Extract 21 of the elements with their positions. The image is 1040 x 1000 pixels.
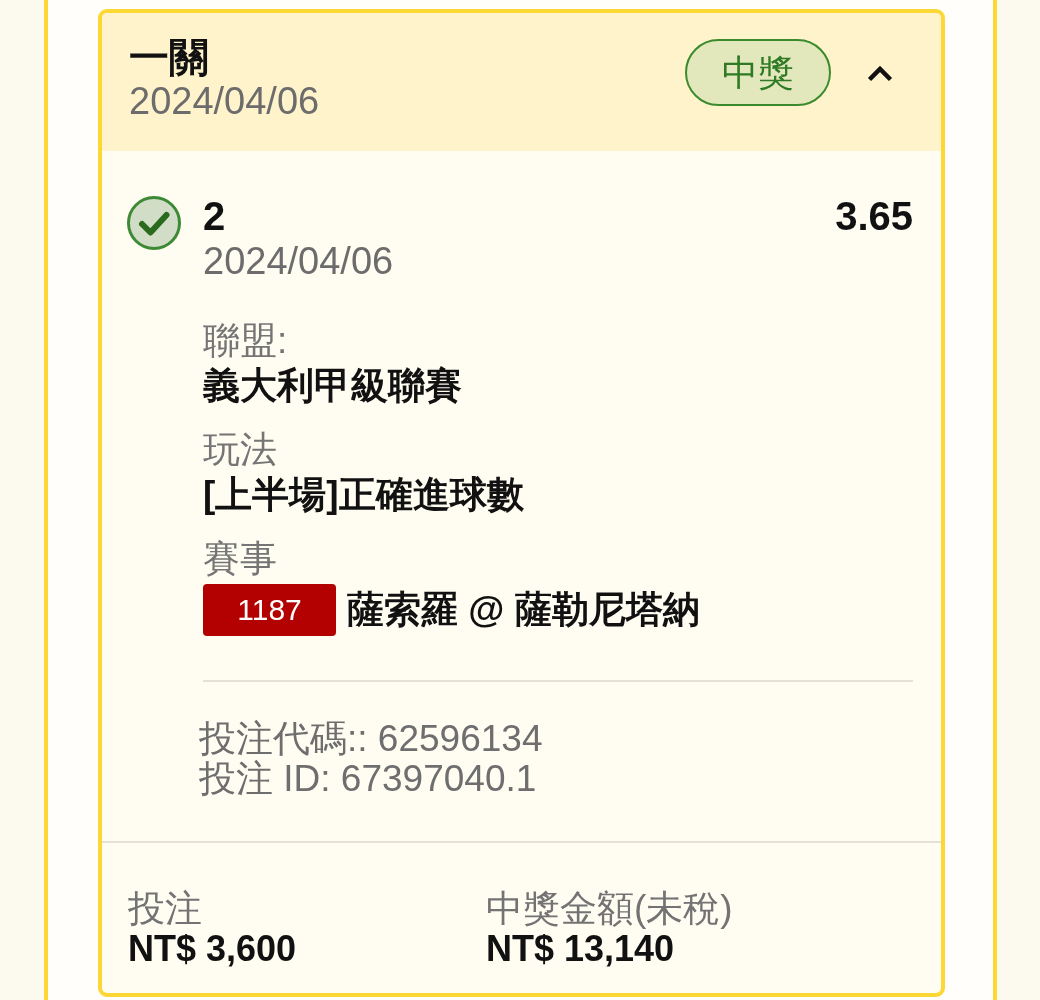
summary-label: 中獎金額(未稅): [486, 889, 734, 929]
detail-label: 賽事: [203, 537, 278, 581]
status-badge: 中獎: [685, 39, 831, 106]
match-teams: 薩索羅 @ 薩勒尼塔納: [347, 588, 700, 632]
selection-pick: 2: [203, 193, 226, 239]
bet-code: 投注代碼:: 62596134: [199, 719, 544, 759]
bet-id: 投注 ID: 67397040.1: [199, 759, 538, 799]
bet-date: 2024/04/06: [129, 80, 320, 122]
bet-type-title: 一關: [129, 34, 210, 80]
detail-value: [上半場]正確進球數: [203, 473, 525, 517]
summary-label: 投注: [128, 889, 203, 929]
detail-value: 義大利甲級聯賽: [203, 364, 463, 408]
detail-label: 玩法: [203, 428, 278, 472]
odds-value: 3.65: [835, 193, 913, 239]
card-header[interactable]: 一關 2024/04/06 中獎: [102, 13, 941, 151]
caret-up-icon[interactable]: [867, 63, 893, 82]
detail-label: 聯盟:: [203, 319, 289, 363]
match-date: 2024/04/06: [203, 239, 395, 283]
summary-value: NT$ 13,140: [486, 929, 676, 969]
summary-value: NT$ 3,600: [128, 929, 298, 969]
match-number-tag: 1187: [203, 584, 336, 636]
